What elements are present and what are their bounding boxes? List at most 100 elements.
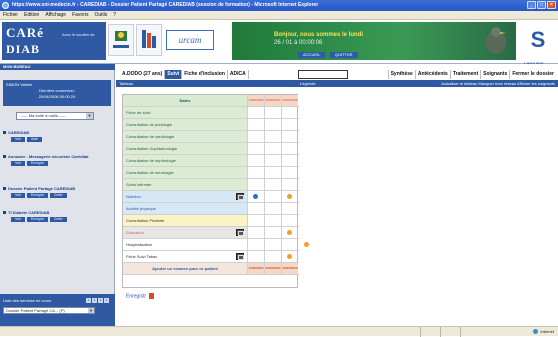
grid-row-label[interactable]: Hospitalisation [123,239,247,250]
event-dot-icon[interactable] [287,194,292,199]
event-dot-icon[interactable] [253,194,258,199]
sidebar-button[interactable]: Créer [49,217,67,222]
grid-row-label[interactable]: Fiche de suivi [123,107,247,118]
toolbox-select[interactable]: ----- Ma boite à outils ----- ▼ [16,112,94,120]
grid-row-label[interactable]: Consultation de cardiologie [123,131,247,142]
tab-dossier-4[interactable]: Fermer le dossier [509,70,556,79]
nav-4[interactable]: 4 [104,298,109,303]
main-panel: A.DODO (27 ans) Suivi Fiche d'inclusion ADI… [116,64,558,326]
menu-item-2[interactable]: Affichage [45,12,66,18]
sidebar-button[interactable]: Aide [27,137,43,142]
grid-row-label[interactable]: Consultation d'ophtalmologie [123,143,247,154]
site-header: CARé DIAB Avec le soutien de urcam Bonjo… [0,20,558,66]
table-toolbar: Tableau Légende Actualiser le tableau Ma… [116,80,558,87]
services-select[interactable]: Dossier Patient Partagé CA... (P) ▼ [3,307,95,314]
grid-cell [281,143,298,154]
menu-item-0[interactable]: Fichier [3,12,18,18]
grid-row-label[interactable]: Nutrition [123,191,247,202]
grid-cell [264,119,281,130]
tab-dossier-0[interactable]: Synthèse [387,70,415,79]
grid-date-header: 26/05/2005 [281,263,298,274]
table-row: Consultation de podologie [123,119,299,131]
sidebar-button[interactable]: Voir [11,217,26,222]
tab-patient-2[interactable]: Fiche d'inclusion [182,70,228,79]
calendar-icon[interactable] [236,229,244,236]
sidebar-button[interactable]: Voir [11,193,26,198]
calendar-icon[interactable] [236,253,244,260]
grid-row-label[interactable]: Activité physique [123,203,247,214]
menu-item-3[interactable]: Favoris [72,12,88,18]
sidebar-button[interactable]: Envoyer [27,217,48,222]
grid-cell [264,227,281,238]
grid-row-label[interactable]: Consultation Pédiatre [123,215,247,226]
event-dot-icon[interactable] [287,254,292,259]
sidebar-button[interactable]: Créer [49,193,67,198]
sidebar-button[interactable]: Envoyer [27,193,48,198]
window-controls: _ □ × [527,1,556,9]
sidebar: MON BUREAU SIMON Valérie Dernière connex… [0,64,115,326]
dossier-tabs: Synthèse Antécédents Traitement Soignants Fe… [387,70,556,79]
sidebar-button[interactable]: Envoyer [27,161,48,166]
maximize-icon[interactable]: □ [537,1,546,9]
nav-3[interactable]: 3 [98,298,103,303]
menu-item-1[interactable]: Edition [24,12,39,18]
grid-header-row: Dates 12/05/2005 20/05/2005 26/05/2005 [123,95,299,107]
table-row: Consultation de neurologie [123,167,299,179]
event-dot-icon[interactable] [304,242,309,247]
bullet-icon [3,155,6,159]
grid-cell [281,215,298,226]
sidebar-button[interactable]: Voir [11,137,26,142]
grid-cell [264,107,281,118]
minimize-icon[interactable]: _ [527,1,536,9]
tab-dossier-2[interactable]: Traitement [449,70,480,79]
grid-cell [247,119,264,130]
menu-item-5[interactable]: ? [113,12,116,18]
grid-row-label[interactable]: Education [123,227,247,238]
grid-footer-row: Ajouter un examen pour ce patient 12/05/2… [123,263,299,275]
table-row: Consultation de cardiologie [123,131,299,143]
tab-patient-0[interactable]: A.DODO (27 ans) [120,70,166,79]
add-exam-link[interactable]: Ajouter un examen pour ce patient [123,263,247,274]
table-row: Consultation de néphrologie [123,155,299,167]
grid-cell [264,251,281,262]
table-row: Fiche de suivi [123,107,299,119]
nav-2[interactable]: 2 [92,298,97,303]
bullet-icon [3,131,6,135]
sidebar-button[interactable]: Voir [11,161,26,166]
grid-row-label[interactable]: Consultation de néphrologie [123,155,247,166]
grid-cell [264,191,281,202]
save-link[interactable]: Enregistr [126,293,155,299]
close-icon[interactable]: × [547,1,556,9]
header-date: Bonjour, nous sommes le lundi [274,32,364,38]
globe-icon [533,329,539,335]
grid-row-label[interactable]: Soins infirmier [123,179,247,190]
table-row: Activité physique [123,203,299,215]
tab-dossier-3[interactable]: Soignants [480,70,509,79]
trash-icon[interactable] [149,293,155,299]
tab-patient-1[interactable]: Suivi [165,70,183,79]
nav-1[interactable]: 1 [86,298,91,303]
status-bar: Internet [0,326,558,337]
grid-cell [247,143,264,154]
grid-date-header: 12/05/2005 [247,263,264,274]
tab-dossier-1[interactable]: Antécédents [414,70,450,79]
legende-link[interactable]: Légende [300,80,316,87]
quitter-button[interactable]: QUITTER [330,52,358,58]
event-dot-icon[interactable] [287,230,292,235]
tab-patient-3[interactable]: ADICA [228,70,249,79]
accueil-button[interactable]: ACCUEIL [298,52,326,58]
grid-row-label[interactable]: Fiche Suivi Tabac [123,251,247,262]
menu-item-4[interactable]: Outils [94,12,107,18]
calendar-icon[interactable] [236,193,244,200]
grid-cell [281,155,298,166]
grid-row-label[interactable]: Consultation de podologie [123,119,247,130]
grid-cell [264,155,281,166]
grid-cell [247,251,264,262]
bullet-icon [3,211,6,215]
sidebar-block: Dossier Patient Partagé CAREDIAB Voir Envo… [3,186,113,198]
grid-row-label[interactable]: Consultation de neurologie [123,167,247,178]
search-input[interactable] [298,70,348,79]
carediab-logo[interactable]: CARé DIAB [2,22,58,60]
window-title: https://www.sni-medecin.fr - CAREDIAB - … [12,2,319,8]
table-actions[interactable]: Actualiser le tableau Masquer hors résea… [441,80,555,87]
